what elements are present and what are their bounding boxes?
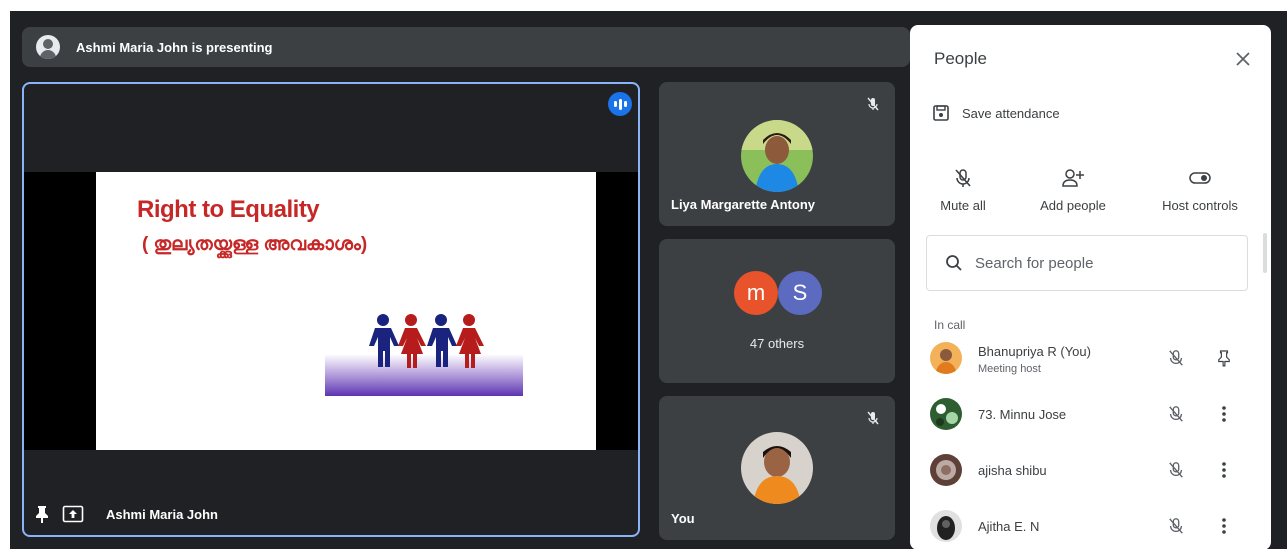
participant-avatar bbox=[930, 342, 962, 374]
search-people-field[interactable] bbox=[926, 235, 1248, 291]
close-icon bbox=[1236, 52, 1250, 66]
more-vert-icon[interactable] bbox=[1212, 458, 1236, 482]
more-vert-icon[interactable] bbox=[1212, 402, 1236, 426]
others-tile[interactable]: m S 47 others bbox=[659, 239, 895, 383]
participant-row[interactable]: ajisha shibu bbox=[910, 442, 1271, 498]
participant-role: Meeting host bbox=[978, 363, 1041, 375]
search-icon bbox=[946, 255, 962, 271]
participant-name: Liya Margarette Antony bbox=[671, 197, 815, 212]
pin-icon[interactable] bbox=[34, 505, 50, 523]
avatar-m: m bbox=[734, 271, 778, 315]
mute-all-button[interactable]: Mute all bbox=[910, 168, 1018, 213]
close-panel-button[interactable] bbox=[1231, 47, 1255, 71]
search-people-input[interactable] bbox=[975, 254, 1215, 272]
add-people-button[interactable]: Add people bbox=[1018, 168, 1128, 213]
panel-scrollbar[interactable] bbox=[1263, 233, 1267, 273]
mic-off-icon bbox=[861, 406, 885, 430]
others-count-label: 47 others bbox=[749, 336, 805, 351]
paper-people-illustration bbox=[325, 314, 523, 396]
mic-off-icon bbox=[861, 92, 885, 116]
mic-off-icon[interactable] bbox=[1164, 514, 1188, 538]
participant-row[interactable]: Bhanupriya R (You) Meeting host bbox=[910, 330, 1271, 386]
presenting-banner: Ashmi Maria John is presenting bbox=[22, 27, 910, 67]
save-attendance-label: Save attendance bbox=[962, 105, 1060, 121]
participant-row[interactable]: Ajitha E. N bbox=[910, 498, 1271, 549]
participant-avatar bbox=[930, 454, 962, 486]
participant-avatar bbox=[930, 398, 962, 430]
mic-off-icon[interactable] bbox=[1164, 458, 1188, 482]
toggle-icon bbox=[1189, 172, 1211, 184]
participant-name: ajisha shibu bbox=[978, 463, 1047, 478]
participant-name: Ajitha E. N bbox=[978, 519, 1040, 534]
presentation-tile-footer: Ashmi Maria John bbox=[34, 505, 218, 523]
presenter-avatar bbox=[36, 35, 60, 59]
presenter-name: Ashmi Maria John bbox=[106, 506, 218, 522]
add-person-icon bbox=[1062, 169, 1084, 187]
people-panel: People Save attendance Mute all Add peop… bbox=[910, 25, 1271, 549]
mic-off-icon[interactable] bbox=[1164, 402, 1188, 426]
presenting-banner-text: Ashmi Maria John is presenting bbox=[76, 39, 273, 55]
slide-subtitle: ( തുല്യതയ്ക്കുള്ള അവകാശം) bbox=[142, 234, 368, 255]
participant-photo bbox=[741, 120, 813, 192]
self-photo bbox=[741, 432, 813, 504]
slide-title: Right to Equality bbox=[137, 196, 320, 223]
mic-off-icon bbox=[955, 169, 971, 187]
pin-icon[interactable] bbox=[1212, 346, 1236, 370]
participant-tile-liya[interactable]: Liya Margarette Antony bbox=[659, 82, 895, 226]
self-name: You bbox=[671, 511, 695, 526]
mute-all-label: Mute all bbox=[940, 198, 986, 213]
add-people-label: Add people bbox=[1040, 198, 1106, 213]
present-screen-icon bbox=[62, 505, 84, 523]
presentation-slide: Right to Equality ( തുല്യതയ്ക്കുള്ള അവകാ… bbox=[96, 172, 596, 450]
save-icon bbox=[933, 105, 949, 121]
mic-off-icon[interactable] bbox=[1164, 346, 1188, 370]
speaking-indicator-icon bbox=[608, 92, 632, 116]
save-attendance-button[interactable]: Save attendance bbox=[932, 104, 1060, 122]
host-controls-button[interactable]: Host controls bbox=[1145, 168, 1255, 213]
avatar-s: S bbox=[778, 271, 822, 315]
host-controls-label: Host controls bbox=[1162, 198, 1238, 213]
more-vert-icon[interactable] bbox=[1212, 514, 1236, 538]
participant-row[interactable]: 73. Minnu Jose bbox=[910, 386, 1271, 442]
panel-title: People bbox=[934, 49, 987, 68]
presentation-tile[interactable]: Right to Equality ( തുല്യതയ്ക്കുള്ള അവകാ… bbox=[22, 82, 640, 537]
participant-avatar bbox=[930, 510, 962, 542]
participant-name: 73. Minnu Jose bbox=[978, 407, 1067, 422]
self-tile[interactable]: You bbox=[659, 396, 895, 540]
participant-name: Bhanupriya R (You) bbox=[978, 344, 1091, 359]
